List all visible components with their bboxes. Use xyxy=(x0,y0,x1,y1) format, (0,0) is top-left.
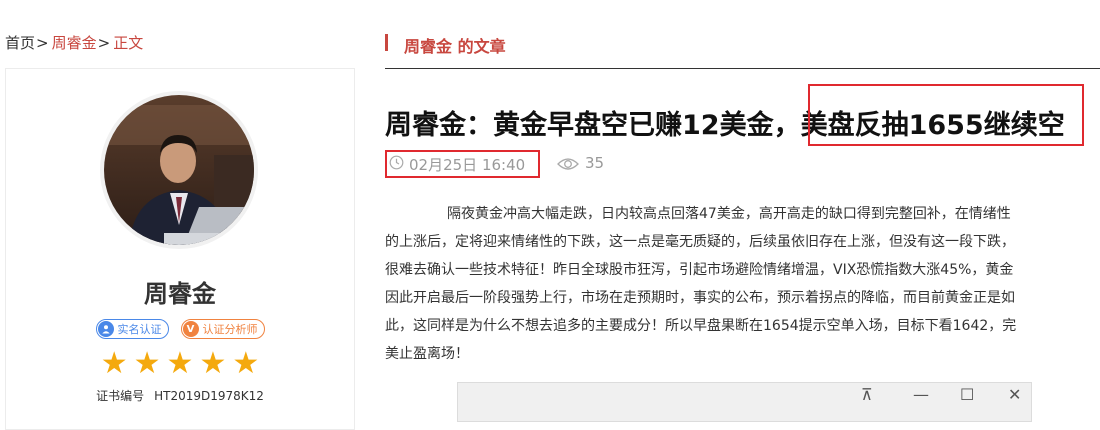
clock-icon xyxy=(389,155,404,170)
star-icon: ★ xyxy=(232,346,260,381)
article-body: 隔夜黄金冲高大幅走跌，日内较高点回落47美金，高开高走的缺口得到完整回补，在情绪… xyxy=(385,200,1100,368)
v-icon: V xyxy=(182,321,199,337)
eye-icon xyxy=(557,158,579,170)
badge-label: 实名认证 xyxy=(117,323,162,336)
maximize-icon: ☐ xyxy=(960,385,975,404)
paragraph-line: 隔夜黄金冲高大幅走跌，日内较高点回落47美金，高开高走的缺口得到完整回补，在情绪… xyxy=(447,206,1011,222)
title-highlight-box xyxy=(808,84,1084,146)
star-icon: ★ xyxy=(166,346,194,381)
breadcrumb-author-link[interactable]: 周睿金 xyxy=(52,34,97,52)
star-icon: ★ xyxy=(133,346,161,381)
paragraph-line: 美止盈离场！ xyxy=(385,346,469,362)
divider xyxy=(385,68,1100,69)
close-icon: ✕ xyxy=(1008,385,1022,404)
breadcrumb-home-link[interactable]: 首页 xyxy=(5,34,35,52)
author-profile-card: 周睿金 实名认证 V 认证分析师 ★ ★ ★ ★ ★ 证书编号 HT2019D19… xyxy=(5,68,355,430)
breadcrumb-separator: > xyxy=(97,34,111,52)
section-accent-bar xyxy=(385,34,388,51)
section-title: 周睿金 的文章 xyxy=(404,37,506,56)
certificate-number: HT2019D1978K12 xyxy=(154,389,264,403)
star-rating: ★ ★ ★ ★ ★ xyxy=(6,349,354,379)
breadcrumb-current: 正文 xyxy=(113,34,144,52)
avatar[interactable] xyxy=(100,91,258,249)
paragraph-line: 此，这同样是为什么不想去追多的主要成分！所以早盘果断在1654提示空单入场，目标… xyxy=(385,318,1017,334)
paragraph-line: 很难去确认一些技术特征！昨日全球股市狂泻，引起市场避险情绪增温，VIX恐慌指数大… xyxy=(385,262,1014,278)
verification-badges: 实名认证 V 认证分析师 xyxy=(6,319,354,339)
badge-label: 认证分析师 xyxy=(202,323,258,336)
user-icon xyxy=(97,321,114,337)
certificate-info: 证书编号 HT2019D1978K12 xyxy=(6,387,354,404)
breadcrumb-separator: > xyxy=(36,34,49,52)
breadcrumb: 首页> 周睿金> 正文 xyxy=(5,32,143,53)
section-header: 周睿金 的文章 xyxy=(385,33,506,57)
article-meta: 02月25日 16:40 35 xyxy=(385,150,685,180)
author-name: 周睿金 xyxy=(144,280,216,308)
star-icon: ★ xyxy=(100,346,128,381)
real-name-verified-badge: 实名认证 xyxy=(95,319,169,339)
pin-icon: ⊼ xyxy=(861,385,873,404)
paragraph-line: 的上涨后，定将迎来情绪性的下跌，这一点是毫无质疑的，后续虽依旧存在上涨，但没有这… xyxy=(385,234,1015,250)
avatar-photo xyxy=(104,95,254,245)
star-icon: ★ xyxy=(199,346,227,381)
publish-time: 02月25日 16:40 xyxy=(409,156,526,174)
certificate-label: 证书编号 xyxy=(96,389,145,403)
embedded-window-screenshot: ⊼ — ☐ ✕ xyxy=(457,382,1032,422)
view-count: 35 xyxy=(585,154,605,172)
certified-analyst-badge: V 认证分析师 xyxy=(180,319,265,339)
minimize-icon: — xyxy=(913,385,929,404)
paragraph-line: 因此开启最后一阶段强势上行，市场在走预期时，事实的公布，预示着拐点的降临，而目前… xyxy=(385,290,1015,306)
